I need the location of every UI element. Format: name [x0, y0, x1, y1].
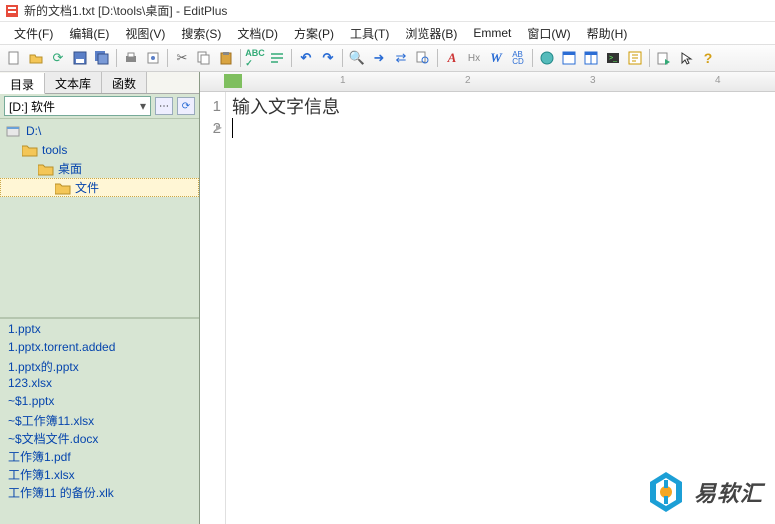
- new-icon[interactable]: [4, 48, 24, 68]
- current-line-icon: ▸: [216, 120, 222, 134]
- menu-edit[interactable]: 编辑(E): [61, 23, 117, 44]
- code-area[interactable]: ▸ 输入文字信息: [226, 92, 775, 524]
- drive-label: [D:] 软件: [9, 98, 55, 115]
- title-bar: 新的文档1.txt [D:\tools\桌面] - EditPlus: [0, 0, 775, 22]
- cut-icon[interactable]: ✂: [172, 48, 192, 68]
- drive-refresh-button[interactable]: ⟳: [177, 97, 195, 115]
- file-item[interactable]: ~$文档文件.docx: [0, 429, 199, 447]
- main-area: 目录 文本库 函数 [D:] 软件 ▾ ⋯ ⟳ D:\tools 桌面文件 1.p…: [0, 72, 775, 524]
- menu-file[interactable]: 文件(F): [6, 23, 61, 44]
- menu-project[interactable]: 方案(P): [286, 23, 342, 44]
- sidebar-tabs: 目录 文本库 函数: [0, 72, 199, 94]
- menu-view[interactable]: 视图(V): [117, 23, 173, 44]
- output-icon[interactable]: [625, 48, 645, 68]
- file-item[interactable]: ~$1.pptx: [0, 393, 199, 411]
- tree-label: D:\: [26, 124, 41, 138]
- print-icon[interactable]: [121, 48, 141, 68]
- editor-body[interactable]: 1 2 ▸ 输入文字信息: [200, 92, 775, 524]
- saveall-icon[interactable]: [92, 48, 112, 68]
- charset-icon[interactable]: ABCD: [508, 48, 528, 68]
- help-icon[interactable]: ?: [698, 48, 718, 68]
- file-item[interactable]: 1.pptx.torrent.added: [0, 339, 199, 357]
- file-item[interactable]: 123.xlsx: [0, 375, 199, 393]
- code-line: [232, 118, 769, 140]
- menu-browser[interactable]: 浏览器(B): [397, 23, 465, 44]
- tree-item[interactable]: 桌面: [0, 159, 199, 178]
- goto-icon[interactable]: ➜: [369, 48, 389, 68]
- hex-icon[interactable]: Hx: [464, 48, 484, 68]
- paste-icon[interactable]: [216, 48, 236, 68]
- ruler-marker: [224, 74, 242, 88]
- tree-item[interactable]: 文件: [0, 178, 199, 197]
- tree-label: 桌面: [58, 160, 82, 177]
- run-icon[interactable]: [654, 48, 674, 68]
- line-number: 1: [200, 96, 221, 118]
- browser-icon[interactable]: [537, 48, 557, 68]
- tab-textlib[interactable]: 文本库: [45, 72, 102, 93]
- replace-icon[interactable]: ⇄: [391, 48, 411, 68]
- undo-icon[interactable]: ↶: [296, 48, 316, 68]
- spell-icon[interactable]: ABC✓: [245, 48, 265, 68]
- drive-row: [D:] 软件 ▾ ⋯ ⟳: [0, 94, 199, 118]
- find-files-icon[interactable]: [413, 48, 433, 68]
- watermark: 易软汇: [646, 470, 763, 514]
- menu-bar: 文件(F) 编辑(E) 视图(V) 搜索(S) 文档(D) 方案(P) 工具(T…: [0, 22, 775, 44]
- preview-icon[interactable]: [143, 48, 163, 68]
- cursor-icon[interactable]: [676, 48, 696, 68]
- menu-emmet[interactable]: Emmet: [465, 24, 519, 42]
- file-item[interactable]: 1.pptx: [0, 321, 199, 339]
- ruler-tick: 4: [715, 75, 721, 86]
- file-list[interactable]: 1.pptx1.pptx.torrent.added1.pptx的.pptx12…: [0, 318, 199, 524]
- wrap-icon[interactable]: [267, 48, 287, 68]
- open-icon[interactable]: [26, 48, 46, 68]
- tree-item[interactable]: D:\: [0, 121, 199, 140]
- terminal-icon[interactable]: >_: [603, 48, 623, 68]
- code-line: 输入文字信息: [232, 96, 769, 118]
- tree-item[interactable]: tools: [0, 140, 199, 159]
- menu-tools[interactable]: 工具(T): [342, 23, 397, 44]
- tab-directory[interactable]: 目录: [0, 73, 45, 94]
- file-item[interactable]: 1.pptx的.pptx: [0, 357, 199, 375]
- ruler-tick: 3: [590, 75, 596, 86]
- editor-pane: 1 2 3 4 1 2 ▸ 输入文字信息: [200, 72, 775, 524]
- toolbar: ⟳ ✂ ABC✓ ↶ ↷ 🔍 ➜ ⇄ A Hx W ABCD >_ ?: [0, 44, 775, 72]
- drive-dots-button[interactable]: ⋯: [155, 97, 173, 115]
- menu-window[interactable]: 窗口(W): [519, 23, 578, 44]
- watermark-text: 易软汇: [694, 476, 763, 508]
- word-icon[interactable]: W: [486, 48, 506, 68]
- drive-selector[interactable]: [D:] 软件 ▾: [4, 96, 151, 116]
- watermark-logo-icon: [646, 470, 686, 514]
- file-item[interactable]: 工作簿11 的备份.xlk: [0, 483, 199, 501]
- line-gutter: 1 2: [200, 92, 226, 524]
- window2-icon[interactable]: [581, 48, 601, 68]
- menu-help[interactable]: 帮助(H): [579, 23, 636, 44]
- copy-icon[interactable]: [194, 48, 214, 68]
- window-title: 新的文档1.txt [D:\tools\桌面] - EditPlus: [24, 2, 227, 19]
- menu-doc[interactable]: 文档(D): [229, 23, 286, 44]
- folder-tree[interactable]: D:\tools 桌面文件: [0, 118, 199, 318]
- tab-functions[interactable]: 函数: [102, 72, 147, 93]
- app-icon: [4, 3, 20, 19]
- file-item[interactable]: 工作簿1.xlsx: [0, 465, 199, 483]
- search-icon[interactable]: 🔍: [347, 48, 367, 68]
- tree-label: 文件: [75, 179, 99, 196]
- reload-icon[interactable]: ⟳: [48, 48, 68, 68]
- font-icon[interactable]: A: [442, 48, 462, 68]
- sidebar: 目录 文本库 函数 [D:] 软件 ▾ ⋯ ⟳ D:\tools 桌面文件 1.p…: [0, 72, 200, 524]
- file-item[interactable]: 工作簿1.pdf: [0, 447, 199, 465]
- text-cursor: [232, 118, 233, 138]
- redo-icon[interactable]: ↷: [318, 48, 338, 68]
- ruler-tick: 1: [340, 75, 346, 86]
- ruler-tick: 2: [465, 75, 471, 86]
- ruler: 1 2 3 4: [200, 72, 775, 92]
- file-item[interactable]: ~$工作簿11.xlsx: [0, 411, 199, 429]
- window1-icon[interactable]: [559, 48, 579, 68]
- save-icon[interactable]: [70, 48, 90, 68]
- tree-label: tools: [42, 143, 67, 157]
- svg-text:>_: >_: [609, 55, 617, 62]
- menu-search[interactable]: 搜索(S): [173, 23, 229, 44]
- chevron-down-icon: ▾: [140, 99, 146, 113]
